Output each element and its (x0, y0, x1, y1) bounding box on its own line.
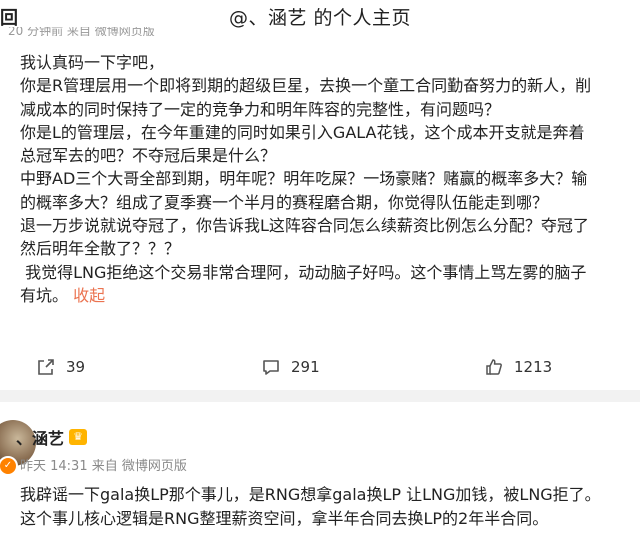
post-line-last: 有坑。 收起 (20, 284, 630, 307)
post-line: 我觉得LNG拒绝这个交易非常合理阿，动动脑子好吗。这个事情上骂左雾的脑子 (20, 262, 587, 282)
comment-icon (261, 357, 281, 377)
post-line: 减成本的同时保持了一定的竞争力和明年阵容的完整性，有问题吗？ (20, 99, 501, 119)
post-line: 的概率多大？组成了夏季赛一个半月的赛程磨合期，你觉得队伍能走到哪？ (20, 192, 549, 212)
like-button[interactable]: 1213 (484, 357, 552, 377)
post-author: 、涵艺 ♛ (16, 425, 88, 449)
crown-badge-icon: ♛ (69, 429, 88, 445)
feed-divider (0, 390, 640, 402)
post-actions: 39 291 1213 (0, 357, 640, 381)
share-count: 39 (66, 358, 86, 376)
verified-badge-icon: ✓ (0, 456, 18, 476)
post-line: 这个事儿核心逻辑是RNG整理薪资空间，拿半年合同去换LP的2年半合同。 (20, 509, 549, 528)
post-line: 然后明年全散了？？？ (20, 239, 181, 259)
post-line: 你是R管理层用一个即将到期的超级巨星，去换一个童工合同勤奋努力的新人，削 (20, 76, 592, 96)
thumbs-up-icon (484, 357, 504, 377)
comment-count: 291 (291, 358, 320, 376)
post-line: 退一万步说就说夺冠了，你告诉我L这阵容合同怎么续薪资比例怎么分配？夺冠了 (20, 216, 589, 236)
post-line: 我辟谣一下gala换LP那个事儿，是RNG想拿gala换LP 让LNG加钱，被L… (20, 485, 601, 504)
post-meta: 昨天 14:31 来自 微博网页版 (20, 459, 187, 474)
share-icon (36, 357, 56, 377)
post-body: 我辟谣一下gala换LP那个事儿，是RNG想拿gala换LP 让LNG加钱，被L… (20, 483, 635, 531)
post-line: 中野AD三个大哥全部到期，明年呢？明年吃屎？一场豪赌？赌赢的概率多大？输 (20, 169, 588, 189)
post-line: 总冠军去的吧？不夺冠后果是什么？ (20, 146, 277, 166)
collapse-link[interactable]: 收起 (73, 286, 105, 305)
comment-button[interactable]: 291 (261, 357, 320, 377)
like-count: 1213 (514, 358, 553, 376)
page-title: @、涵艺 的个人主页 (228, 7, 412, 29)
post-line: 有坑。 (20, 285, 69, 305)
post-line: 我认真码一下字吧， (20, 53, 165, 72)
username-link[interactable]: 、涵艺 (16, 425, 64, 449)
post-line: 你是L的管理层，在今年重建的同时如果引入GALA花钱，这个成本开支就是奔着 (20, 122, 585, 142)
share-button[interactable]: 39 (36, 357, 85, 377)
post-body: 我认真码一下字吧， 你是R管理层用一个即将到期的超级巨星，去换一个童工合同勤奋努… (20, 51, 630, 307)
